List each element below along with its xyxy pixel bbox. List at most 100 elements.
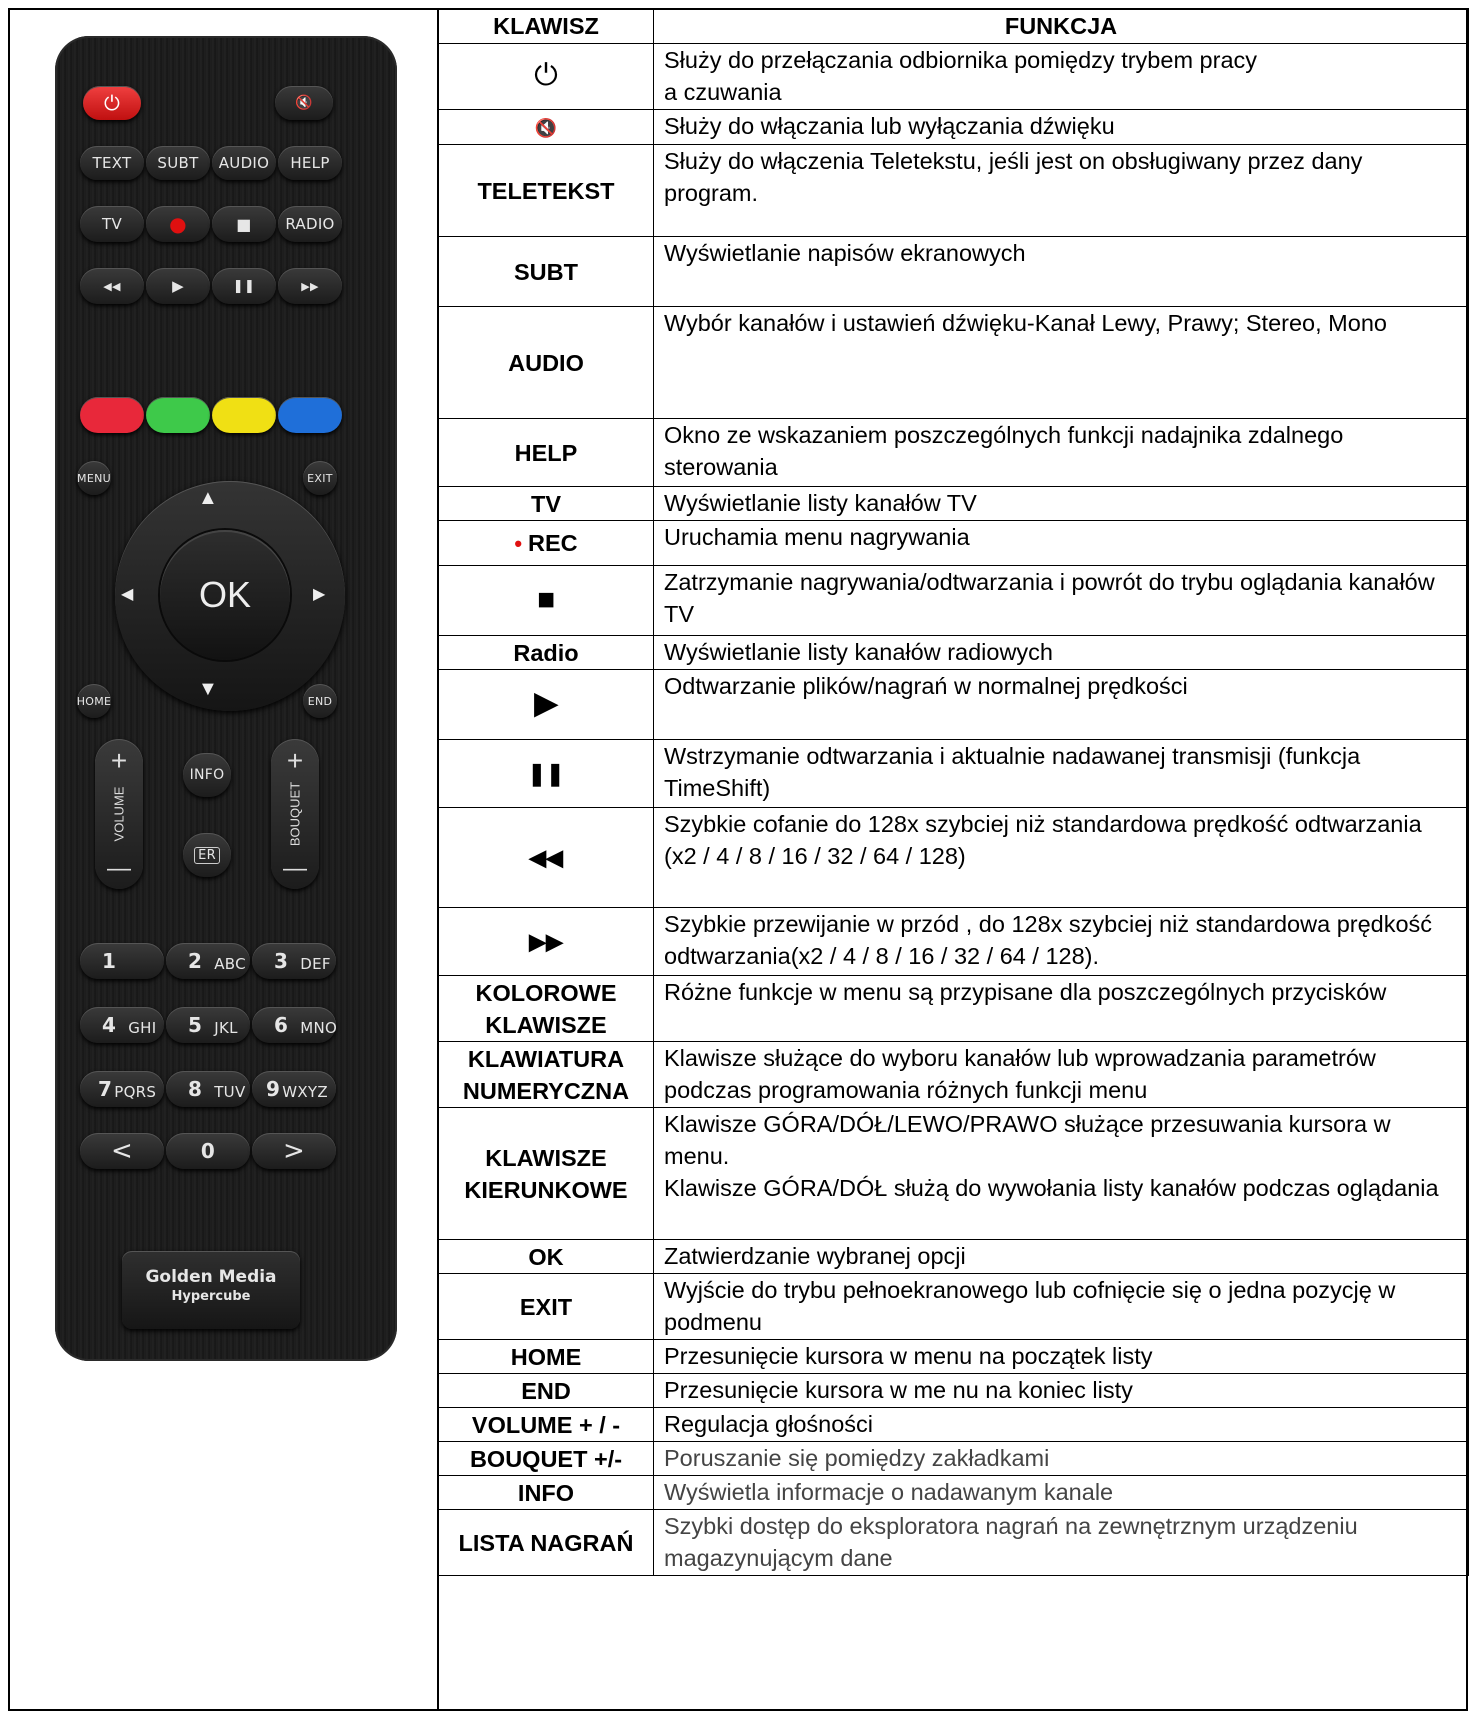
record-button[interactable]: ●	[146, 206, 210, 242]
power-button[interactable]: ⏻	[83, 86, 141, 120]
key-cell: KOLOROWE KLAWISZE	[438, 975, 654, 1042]
play-button[interactable]: ▶	[146, 268, 210, 304]
table-row: HELP Okno ze wskazaniem poszczególnych fu…	[438, 418, 1469, 487]
green-key[interactable]	[146, 397, 210, 433]
recordings-list-button[interactable]: ER	[183, 833, 231, 877]
radio-button[interactable]: RADIO	[278, 206, 342, 242]
key-cell: • REC	[438, 520, 654, 566]
key-2[interactable]: 2 ABC	[166, 943, 250, 979]
key-label: SUBT	[514, 258, 578, 285]
function-cell: Wyświetlanie listy kanałów radiowych	[653, 635, 1469, 670]
table-row: KLAWIATURA NUMERYCZNA Klawisze służące do…	[438, 1041, 1469, 1108]
table-row: SUBT Wyświetlanie napisów ekranowych	[438, 236, 1469, 307]
key-0[interactable]: 0	[166, 1133, 250, 1169]
info-button[interactable]: INFO	[183, 753, 231, 797]
table-row: ▶▶ Szybkie przewijanie w przód , do 128x …	[438, 907, 1469, 976]
key-cell: ■	[438, 565, 654, 636]
prev-button[interactable]: <	[80, 1133, 164, 1169]
text-button[interactable]: TEXT	[80, 146, 144, 180]
stop-button[interactable]: ■	[212, 206, 276, 242]
key-cell: TV	[438, 486, 654, 521]
table-row: END Przesunięcie kursora w me nu na konie…	[438, 1373, 1469, 1408]
key-9[interactable]: 9 WXYZ	[252, 1071, 336, 1107]
help-button[interactable]: HELP	[278, 146, 342, 180]
function-cell: Szybki dostęp do eksploratora nagrań na …	[653, 1509, 1469, 1576]
up-arrow-icon[interactable]: ▲	[198, 488, 218, 508]
home-button[interactable]: HOME	[77, 684, 111, 718]
volume-rocker[interactable]: + VOLUME —	[95, 739, 143, 889]
pause-button[interactable]: ❚❚	[212, 268, 276, 304]
ok-button[interactable]: OK	[160, 530, 290, 660]
yellow-key[interactable]	[212, 397, 276, 433]
function-cell: Przesunięcie kursora w menu na początek …	[653, 1339, 1469, 1374]
subt-button[interactable]: SUBT	[146, 146, 210, 180]
record-dot-icon: •	[514, 530, 523, 556]
table-row: ▶ Odtwarzanie plików/nagrań w normalnej p…	[438, 669, 1469, 740]
red-key[interactable]	[80, 397, 144, 433]
exit-button[interactable]: EXIT	[303, 461, 337, 495]
key-cell: KLAWISZE KIERUNKOWE	[438, 1107, 654, 1240]
key-function-table: KLAWISZ FUNKCJA ⏻ Służy do przełączania o…	[438, 8, 1469, 1576]
key-label: KLAWIATURA NUMERYCZNA	[462, 1045, 630, 1104]
audio-button[interactable]: AUDIO	[212, 146, 276, 180]
table-row: 🔇 Służy do włączania lub wyłączania dźwię…	[438, 109, 1469, 145]
key-cell: VOLUME + / -	[438, 1407, 654, 1442]
end-button[interactable]: END	[303, 684, 337, 718]
function-cell: Odtwarzanie plików/nagrań w normalnej pr…	[653, 669, 1469, 740]
key-cell: TELETEKST	[438, 144, 654, 237]
key-label: EXIT	[519, 1293, 573, 1320]
right-arrow-icon[interactable]: ▶	[313, 585, 325, 605]
remote-control-image: ⏻ 🔇 TEXT SUBT AUDIO HELP TV ● ■ RADIO ◀◀…	[55, 36, 397, 1361]
function-cell: Wyświetlanie listy kanałów TV	[653, 486, 1469, 521]
fast-forward-button[interactable]: ▶▶	[278, 268, 342, 304]
rewind-icon: ◀◀	[529, 845, 563, 870]
key-4[interactable]: 4 GHI	[80, 1007, 164, 1043]
mute-button[interactable]: 🔇	[275, 86, 333, 120]
key-label: VOLUME + / -	[471, 1411, 621, 1438]
key-6[interactable]: 6 MNO	[252, 1007, 337, 1043]
function-cell: Zatwierdzanie wybranej opcji	[653, 1239, 1469, 1274]
function-cell: Służy do włączania lub wyłączania dźwięk…	[653, 109, 1469, 145]
table-row: • REC Uruchamia menu nagrywania	[438, 520, 1469, 566]
key-label: HELP	[514, 439, 578, 466]
key-cell: ▶	[438, 669, 654, 740]
table-row: KLAWISZE KIERUNKOWE Klawisze GÓRA/DÓŁ/LEW…	[438, 1107, 1469, 1240]
bouquet-plus[interactable]: +	[271, 745, 319, 777]
mute-icon: 🔇	[295, 95, 313, 111]
key-cell: ▶▶	[438, 907, 654, 976]
down-arrow-icon[interactable]: ▼	[198, 679, 218, 699]
key-5[interactable]: 5 JKL	[166, 1007, 250, 1043]
rewind-button[interactable]: ◀◀	[80, 268, 144, 304]
play-icon: ▶	[534, 687, 558, 720]
key-label: END	[521, 1377, 571, 1404]
function-cell: Wyjście do trybu pełnoekranowego lub cof…	[653, 1273, 1469, 1340]
power-icon: ⏻	[534, 59, 558, 92]
table-row: ⏻ Służy do przełączania odbiornika pomięd…	[438, 43, 1469, 110]
key-cell: ❚❚	[438, 739, 654, 808]
key-3[interactable]: 3 DEF	[252, 943, 336, 979]
key-8[interactable]: 8 TUV	[166, 1071, 250, 1107]
key-cell: INFO	[438, 1475, 654, 1510]
function-cell: Uruchamia menu nagrywania	[653, 520, 1469, 566]
function-cell: Szybkie cofanie do 128x szybciej niż sta…	[653, 807, 1469, 908]
left-arrow-icon[interactable]: ◀	[121, 585, 133, 605]
key-7[interactable]: 7 PQRS	[80, 1071, 164, 1107]
key-label: INFO	[517, 1479, 575, 1506]
menu-button[interactable]: MENU	[77, 461, 111, 495]
bouquet-minus[interactable]: —	[271, 855, 319, 883]
volume-minus[interactable]: —	[95, 855, 143, 883]
key-cell: SUBT	[438, 236, 654, 307]
volume-label: VOLUME	[111, 786, 127, 842]
volume-plus[interactable]: +	[95, 745, 143, 777]
blue-key[interactable]	[278, 397, 342, 433]
key-cell: HOME	[438, 1339, 654, 1374]
function-cell: Klawisze służące do wyboru kanałów lub w…	[653, 1041, 1469, 1108]
key-cell: LISTA NAGRAŃ	[438, 1509, 654, 1576]
header-function: FUNKCJA	[653, 8, 1469, 44]
bouquet-rocker[interactable]: + BOUQUET —	[271, 739, 319, 889]
tv-button[interactable]: TV	[80, 206, 144, 242]
key-label: HOME	[510, 1343, 582, 1370]
table-row: Radio Wyświetlanie listy kanałów radiowyc…	[438, 635, 1469, 670]
next-button[interactable]: >	[252, 1133, 336, 1169]
key-1[interactable]: 1	[80, 943, 164, 979]
